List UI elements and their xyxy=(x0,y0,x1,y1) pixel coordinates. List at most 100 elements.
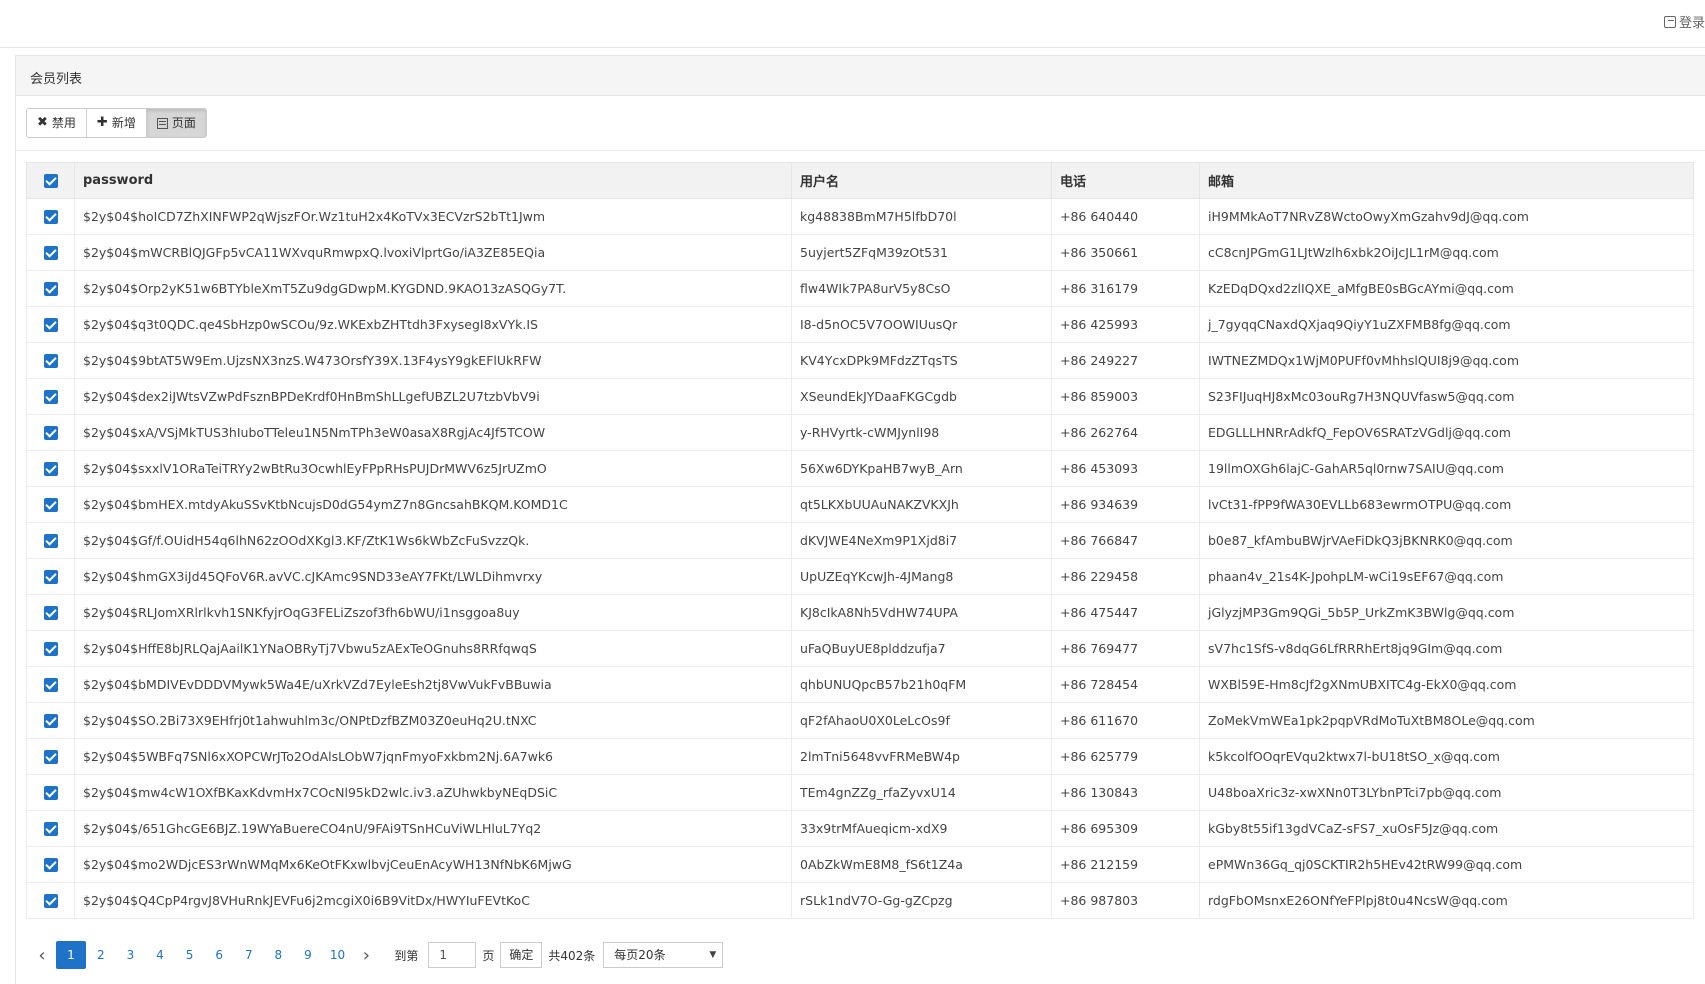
row-checkbox[interactable] xyxy=(43,822,58,837)
page-link[interactable]: 8 xyxy=(264,941,294,969)
phone-cell: +86 859003 xyxy=(1051,378,1200,415)
page-link[interactable]: 6 xyxy=(204,941,234,969)
page-button[interactable]: 页面 xyxy=(146,109,206,137)
username-cell: qt5LKXbUUAuNAKZVKXJh xyxy=(791,486,1052,523)
page-link[interactable]: 10 xyxy=(323,941,353,969)
page-link[interactable]: 3 xyxy=(116,941,146,969)
select-all-checkbox[interactable] xyxy=(43,173,58,188)
row-checkbox[interactable] xyxy=(43,678,58,693)
username-cell: 33x9trMfAueqicm-xdX9 xyxy=(791,810,1052,847)
confirm-button[interactable]: 确定 xyxy=(500,942,543,968)
row-checkbox[interactable] xyxy=(43,606,58,621)
row-checkbox[interactable] xyxy=(43,282,58,297)
phone-cell: +86 987803 xyxy=(1051,882,1200,919)
login-icon xyxy=(1663,15,1676,28)
table-row[interactable]: $2y$04$mw4cW1OXfBKaxKdvmHx7COcNl95kD2wlc… xyxy=(26,774,1694,811)
row-checkbox[interactable] xyxy=(43,786,58,801)
next-page-icon[interactable]: › xyxy=(352,945,380,966)
table-row[interactable]: $2y$04$q3t0QDC.qe4SbHzp0wSCOu/9z.WKExbZH… xyxy=(26,306,1694,343)
password-cell: $2y$04$/651GhcGE6BJZ.19WYaBuereCO4nU/9FA… xyxy=(74,810,792,847)
table-row[interactable]: $2y$04$bMDIVEvDDDVMywk5Wa4E/uXrkVZd7Eyle… xyxy=(26,666,1694,703)
goto-page-input[interactable]: 1 xyxy=(428,942,477,968)
username-cell: 56Xw6DYKpaHB7wyB_Arn xyxy=(791,450,1052,487)
page-link[interactable]: 4 xyxy=(145,941,175,969)
table-row[interactable]: $2y$04$Q4CpP4rgvJ8VHuRnkJEVFu6j2mcgiX0i6… xyxy=(26,882,1694,919)
table-row[interactable]: $2y$04$dex2iJWtsVZwPdFsznBPDeKrdf0HnBmSh… xyxy=(26,378,1694,415)
row-checkbox[interactable] xyxy=(43,750,58,765)
row-checkbox-cell xyxy=(26,846,75,883)
table-row[interactable]: $2y$04$SO.2Bi73X9EHfrj0t1ahwuhlm3c/ONPtD… xyxy=(26,702,1694,739)
page-link[interactable]: 9 xyxy=(293,941,323,969)
email-cell: IWTNEZMDQx1WjM0PUFf0vMhhslQUI8j9@qq.com xyxy=(1199,342,1694,379)
table-row[interactable]: $2y$04$HffE8bJRLQajAailK1YNaOBRyTj7Vbwu5… xyxy=(26,630,1694,667)
row-checkbox[interactable] xyxy=(43,570,58,585)
row-checkbox[interactable] xyxy=(43,210,58,225)
row-checkbox[interactable] xyxy=(43,354,58,369)
plus-icon: ✚ xyxy=(96,115,108,130)
password-cell: $2y$04$hoICD7ZhXINFWP2qWjszFOr.Wz1tuH2x4… xyxy=(74,198,792,235)
column-header-username[interactable]: 用户名 xyxy=(791,162,1052,199)
row-checkbox[interactable] xyxy=(43,894,58,909)
email-cell: b0e87_kfAmbuBWjrVAeFiDkQ3jBKNRK0@qq.com xyxy=(1199,522,1694,559)
phone-cell: +86 425993 xyxy=(1051,306,1200,343)
row-checkbox-cell xyxy=(26,666,75,703)
table-row[interactable]: $2y$04$hmGX3iJd45QFoV6R.avVC.cJKAmc9SND3… xyxy=(26,558,1694,595)
phone-cell: +86 316179 xyxy=(1051,270,1200,307)
row-checkbox[interactable] xyxy=(43,498,58,513)
page-link[interactable]: 7 xyxy=(234,941,264,969)
row-checkbox-cell xyxy=(26,558,75,595)
row-checkbox[interactable] xyxy=(43,714,58,729)
row-checkbox-cell xyxy=(26,522,75,559)
phone-cell: +86 249227 xyxy=(1051,342,1200,379)
login-link[interactable]: 登录 xyxy=(1663,12,1705,31)
table-row[interactable]: $2y$04$9btAT5W9Em.UjzsNX3nzS.W473OrsfY39… xyxy=(26,342,1694,379)
member-table: password 用户名 电话 邮箱 $2y$04$hoICD7ZhXINFWP… xyxy=(26,162,1694,919)
page-link[interactable]: 2 xyxy=(86,941,116,969)
row-checkbox[interactable] xyxy=(43,642,58,657)
row-checkbox-cell xyxy=(26,234,75,271)
row-checkbox[interactable] xyxy=(43,246,58,261)
password-cell: $2y$04$xA/VSjMkTUS3hIuboTTeleu1N5NmTPh3e… xyxy=(74,414,792,451)
row-checkbox[interactable] xyxy=(43,534,58,549)
row-checkbox[interactable] xyxy=(43,858,58,873)
table-row[interactable]: $2y$04$mo2WDjcES3rWnWMqMx6KeOtFKxwlbvjCe… xyxy=(26,846,1694,883)
column-header-password[interactable]: password xyxy=(74,162,792,199)
row-checkbox[interactable] xyxy=(43,462,58,477)
table-row[interactable]: $2y$04$bmHEX.mtdyAkuSSvKtbNcujsD0dG54ymZ… xyxy=(26,486,1694,523)
disable-button[interactable]: ✖ 禁用 xyxy=(27,109,87,137)
password-cell: $2y$04$bmHEX.mtdyAkuSSvKtbNcujsD0dG54ymZ… xyxy=(74,486,792,523)
per-page-select[interactable]: 每页20条 xyxy=(603,942,724,968)
page-link[interactable]: 5 xyxy=(175,941,205,969)
username-cell: KV4YcxDPk9MFdzZTqsTS xyxy=(791,342,1052,379)
username-cell: 2lmTni5648vvFRMeBW4p xyxy=(791,738,1052,775)
row-checkbox[interactable] xyxy=(43,426,58,441)
table-row[interactable]: $2y$04$hoICD7ZhXINFWP2qWjszFOr.Wz1tuH2x4… xyxy=(26,198,1694,235)
password-cell: $2y$04$hmGX3iJd45QFoV6R.avVC.cJKAmc9SND3… xyxy=(74,558,792,595)
row-checkbox-cell xyxy=(26,342,75,379)
password-cell: $2y$04$bMDIVEvDDDVMywk5Wa4E/uXrkVZd7Eyle… xyxy=(74,666,792,703)
phone-cell: +86 640440 xyxy=(1051,198,1200,235)
table-row[interactable]: $2y$04$RLJomXRlrlkvh1SNKfyjrOqG3FELiZszo… xyxy=(26,594,1694,631)
page-link[interactable]: 1 xyxy=(56,941,86,969)
add-button[interactable]: ✚ 新增 xyxy=(86,109,147,137)
table-row[interactable]: $2y$04$/651GhcGE6BJZ.19WYaBuereCO4nU/9FA… xyxy=(26,810,1694,847)
row-checkbox-cell xyxy=(26,630,75,667)
table-row[interactable]: $2y$04$Orp2yK51w6BTYbleXmT5Zu9dgGDwpM.KY… xyxy=(26,270,1694,307)
table-row[interactable]: $2y$04$sxxlV1ORaTeiTRYy2wBtRu3OcwhlEyFPp… xyxy=(26,450,1694,487)
row-checkbox[interactable] xyxy=(43,318,58,333)
table-row[interactable]: $2y$04$Gf/f.OUidH54q6lhN62zOOdXKgl3.KF/Z… xyxy=(26,522,1694,559)
username-cell: I8-d5nOC5V7OOWIUusQr xyxy=(791,306,1052,343)
table-row[interactable]: $2y$04$mWCRBlQJGFp5vCA11WXvquRmwpxQ.lvox… xyxy=(26,234,1694,271)
column-header-email[interactable]: 邮箱 xyxy=(1199,162,1694,199)
prev-page-icon[interactable]: ‹ xyxy=(28,945,56,966)
table-row[interactable]: $2y$04$5WBFq7SNl6xXOPCWrJTo2OdAlsLObW7jq… xyxy=(26,738,1694,775)
password-cell: $2y$04$SO.2Bi73X9EHfrj0t1ahwuhlm3c/ONPtD… xyxy=(74,702,792,739)
column-header-phone[interactable]: 电话 xyxy=(1051,162,1200,199)
phone-cell: +86 769477 xyxy=(1051,630,1200,667)
email-cell: ePMWn36Gq_qj0SCKTIR2h5HEv42tRW99@qq.com xyxy=(1199,846,1694,883)
password-cell: $2y$04$RLJomXRlrlkvh1SNKfyjrOqG3FELiZszo… xyxy=(74,594,792,631)
phone-cell: +86 262764 xyxy=(1051,414,1200,451)
table-row[interactable]: $2y$04$xA/VSjMkTUS3hIuboTTeleu1N5NmTPh3e… xyxy=(26,414,1694,451)
row-checkbox[interactable] xyxy=(43,390,58,405)
password-cell: $2y$04$q3t0QDC.qe4SbHzp0wSCOu/9z.WKExbZH… xyxy=(74,306,792,343)
